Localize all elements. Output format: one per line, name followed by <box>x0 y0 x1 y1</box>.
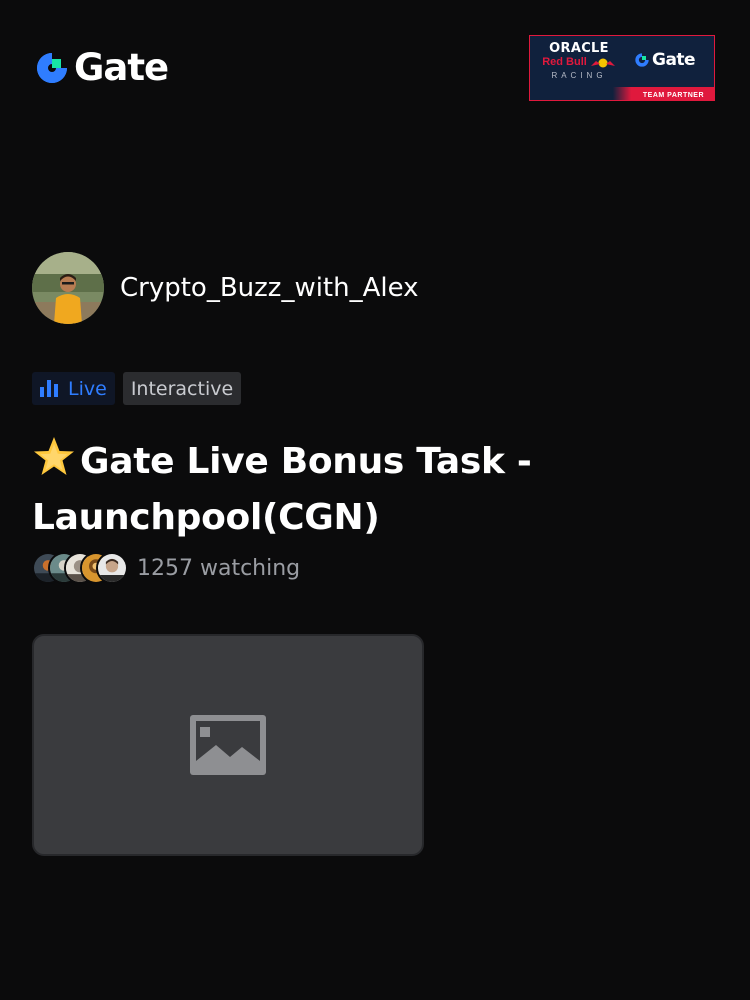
oracle-redbull-racing-logo: ORACLE Red Bull RACING <box>538 42 620 82</box>
image-placeholder-icon <box>190 715 266 775</box>
gate-logo[interactable]: Gate <box>34 46 169 89</box>
partner-line-racing: RACING <box>551 71 607 80</box>
stream-title: Gate Live Bonus Task -Launchpool(CGN) <box>32 434 592 546</box>
live-label: Live <box>68 377 107 400</box>
gate-logo-small-icon <box>635 53 649 67</box>
stream-tags: Live Interactive <box>32 372 242 405</box>
brand-name: Gate <box>74 46 169 89</box>
partner-strip: TEAM PARTNER <box>530 87 714 100</box>
host-avatar[interactable] <box>32 252 104 324</box>
video-thumbnail[interactable] <box>32 634 424 856</box>
star-icon <box>34 437 74 475</box>
partner-gate-logo: Gate <box>634 50 696 70</box>
red-bull-icon <box>590 58 615 67</box>
team-partner-label: TEAM PARTNER <box>642 92 704 99</box>
host-profile[interactable]: Crypto_Buzz_with_Alex <box>32 252 419 324</box>
interactive-tag: Interactive <box>122 372 242 405</box>
viewer-info: 1257 watching <box>32 552 300 584</box>
interactive-label: Interactive <box>130 377 234 400</box>
gate-logo-icon <box>37 53 67 83</box>
viewer-avatars <box>32 552 128 584</box>
partner-redbull-text: Red Bull <box>542 56 587 68</box>
partner-banner[interactable]: ORACLE Red Bull RACING Gate TEAM PARTNER <box>529 35 715 101</box>
partner-line-redbull: Red Bull <box>538 56 620 69</box>
partner-gate-text: Gate <box>652 50 696 70</box>
host-name[interactable]: Crypto_Buzz_with_Alex <box>120 273 419 303</box>
stream-title-text: Gate Live Bonus Task -Launchpool(CGN) <box>32 441 532 538</box>
live-signal-icon <box>40 380 58 397</box>
viewer-avatar <box>96 552 128 584</box>
live-badge: Live <box>32 372 115 405</box>
watching-count: 1257 watching <box>137 555 301 581</box>
partner-line-oracle: ORACLE <box>549 41 609 56</box>
